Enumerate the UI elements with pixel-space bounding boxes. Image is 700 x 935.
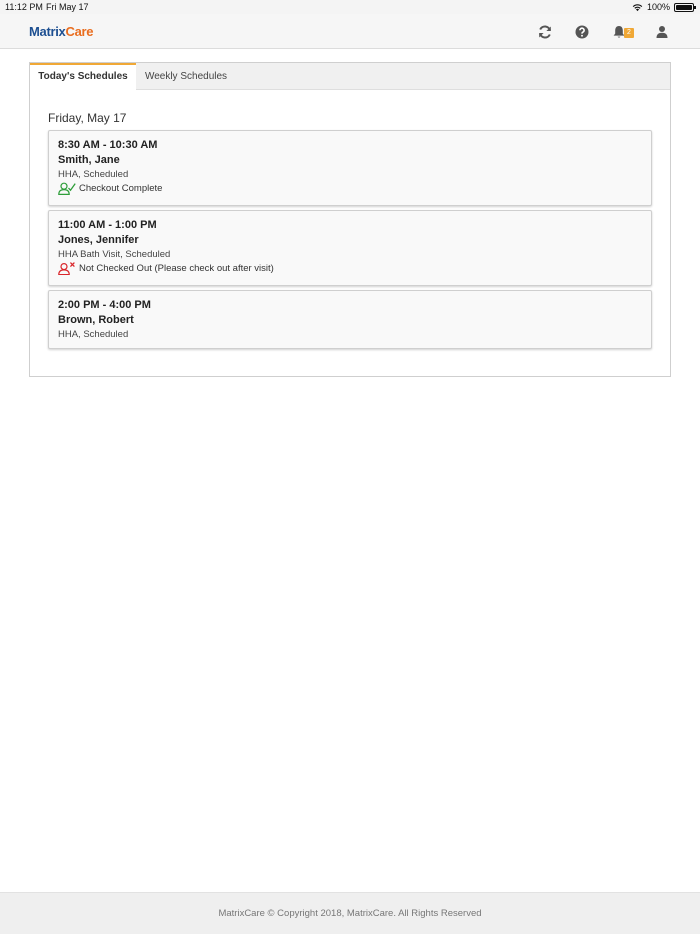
visit-status-text: Checkout Complete xyxy=(79,183,163,194)
visit-description: HHA, Scheduled xyxy=(58,169,129,180)
visit-card[interactable]: 11:00 AM - 1:00 PM Jones, Jennifer HHA B… xyxy=(48,210,652,286)
status-time: 11:12 PM xyxy=(5,2,43,12)
status-date: Fri May 17 xyxy=(46,2,89,12)
visit-time: 11:00 AM - 1:00 PM xyxy=(58,219,157,231)
refresh-icon[interactable] xyxy=(537,24,553,40)
copyright-text: MatrixCare © Copyright 2018, MatrixCare.… xyxy=(218,908,482,919)
visit-description: HHA, Scheduled xyxy=(58,329,129,340)
battery-icon xyxy=(674,2,696,12)
schedules-panel: Today's Schedules Weekly Schedules Frida… xyxy=(29,62,671,377)
visit-card[interactable]: 8:30 AM - 10:30 AM Smith, Jane HHA, Sche… xyxy=(48,130,652,206)
tab-todays-schedules[interactable]: Today's Schedules xyxy=(30,63,136,90)
status-right: 100% xyxy=(632,2,696,12)
logo-text-care: Care xyxy=(65,24,94,39)
status-bar: 11:12 PM Fri May 17 100% xyxy=(0,0,700,14)
notification-badge: 2 xyxy=(624,28,634,38)
logo-text-matrix: Matrix xyxy=(29,24,66,39)
visit-card[interactable]: 2:00 PM - 4:00 PM Brown, Robert HHA, Sch… xyxy=(48,290,652,349)
visit-time: 2:00 PM - 4:00 PM xyxy=(58,299,151,311)
visit-status: Not Checked Out (Please check out after … xyxy=(58,262,274,275)
wifi-icon xyxy=(632,3,643,11)
date-heading: Friday, May 17 xyxy=(48,111,127,125)
battery-percent: 100% xyxy=(646,2,670,12)
checkout-complete-icon xyxy=(58,182,76,195)
not-checked-out-icon xyxy=(58,262,75,275)
visit-time: 8:30 AM - 10:30 AM xyxy=(58,139,158,151)
visit-description: HHA Bath Visit, Scheduled xyxy=(58,249,171,260)
client-name: Jones, Jennifer xyxy=(58,234,139,246)
tab-bar: Today's Schedules Weekly Schedules xyxy=(30,63,670,90)
matrixcare-logo[interactable]: MatrixCare xyxy=(29,24,94,39)
visit-status-text: Not Checked Out (Please check out after … xyxy=(79,263,274,274)
help-icon[interactable] xyxy=(574,24,590,40)
visit-status: Checkout Complete xyxy=(58,182,162,195)
client-name: Brown, Robert xyxy=(58,314,134,326)
tab-weekly-schedules[interactable]: Weekly Schedules xyxy=(136,63,236,90)
client-name: Smith, Jane xyxy=(58,154,120,166)
app-header: MatrixCare 2 xyxy=(0,14,700,49)
user-icon[interactable] xyxy=(654,24,670,40)
footer: MatrixCare © Copyright 2018, MatrixCare.… xyxy=(0,892,700,934)
battery-level xyxy=(676,4,692,10)
